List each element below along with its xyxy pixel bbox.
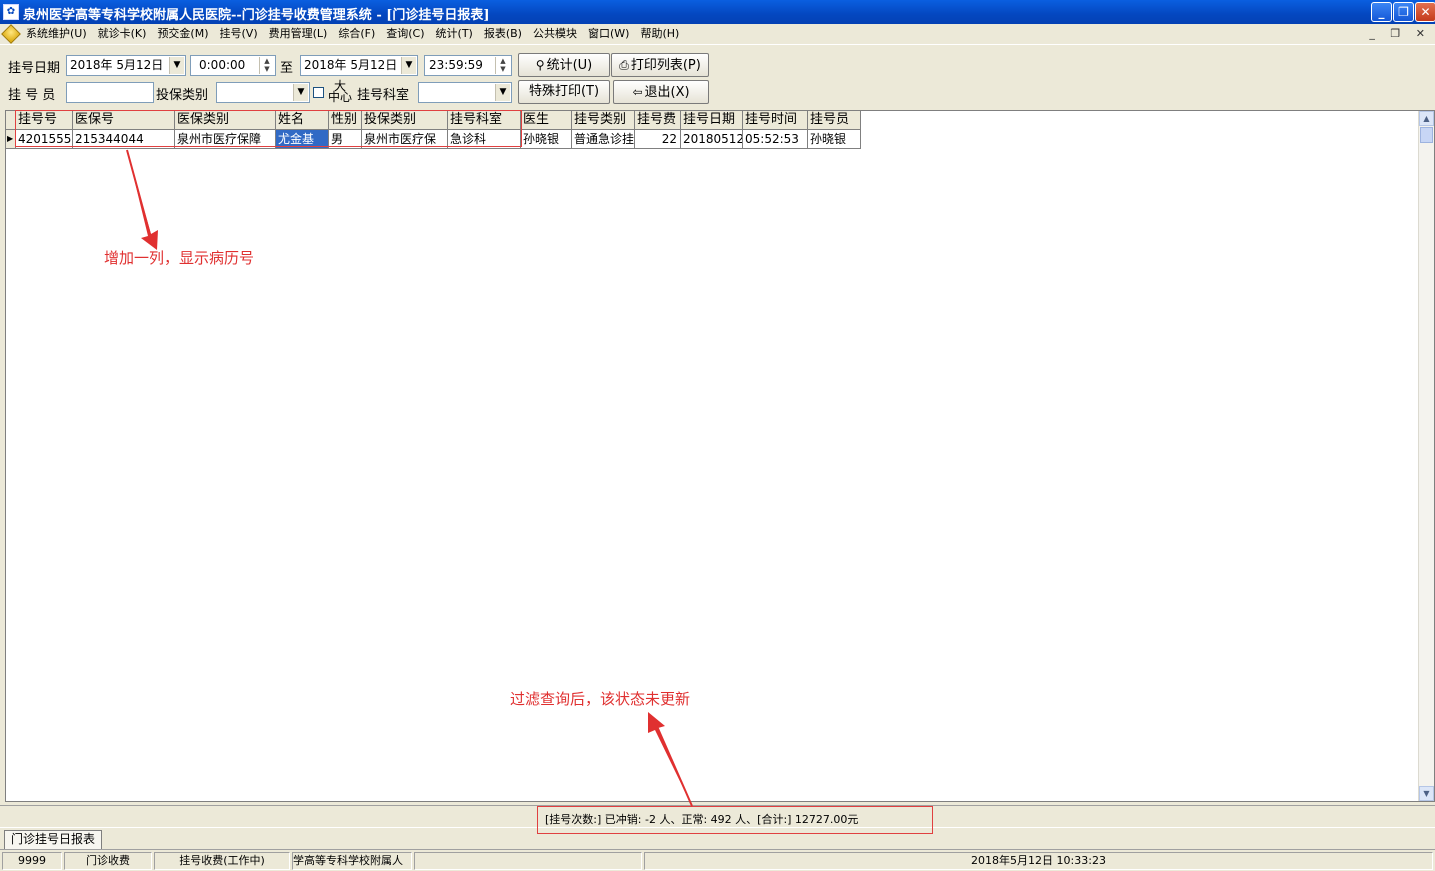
binoculars-icon: ⚲ <box>535 58 545 72</box>
status-work-state: 挂号收费(工作中) <box>154 852 290 870</box>
print-list-button[interactable]: ⎙ 打印列表(P) <box>611 53 709 77</box>
big-center-label: 大 中心 <box>326 80 354 104</box>
menu-app-icon[interactable] <box>1 24 21 44</box>
menu-general[interactable]: 综合(F) <box>334 26 379 44</box>
menu-reports[interactable]: 报表(B) <box>480 26 526 44</box>
minimize-button[interactable]: _ <box>1371 2 1392 22</box>
stats-button[interactable]: ⚲ 统计(U) <box>518 53 610 77</box>
exit-door-icon: ⇦ <box>632 85 643 99</box>
end-time-value: 23:59:59 <box>429 58 483 72</box>
scroll-down-icon[interactable]: ▼ <box>1419 786 1434 801</box>
column-header[interactable]: 挂号日期 <box>681 111 743 130</box>
to-label: 至 <box>280 61 294 76</box>
menu-window[interactable]: 窗口(W) <box>584 26 633 44</box>
status-module: 门诊收费 <box>64 852 152 870</box>
insurance-type-select[interactable]: ▼ <box>216 82 310 103</box>
table-cell[interactable]: 20180512 <box>681 130 743 149</box>
menu-help[interactable]: 帮助(H) <box>636 26 683 44</box>
annotation-add-column-note: 增加一列，显示病历号 <box>104 249 255 267</box>
mdi-window-controls[interactable]: _ ❐ ✕ <box>1369 27 1431 40</box>
big-center-label-bottom: 中心 <box>327 90 352 104</box>
vertical-scrollbar[interactable]: ▲ ▼ <box>1418 111 1434 801</box>
scroll-up-icon[interactable]: ▲ <box>1419 111 1434 126</box>
window-title: 泉州医学高等专科学校附属人民医院--门诊挂号收费管理系统 - [门诊挂号日报表] <box>23 8 490 23</box>
filter-toolbar: 挂号日期 2018年 5月12日 ▼ 0:00:00 ▲ ▼ 至 2018年 5月… <box>0 44 1435 108</box>
date-label: 挂号日期 <box>8 61 61 76</box>
menu-registration[interactable]: 挂号(V) <box>216 26 262 44</box>
scroll-thumb[interactable] <box>1420 127 1433 143</box>
chevron-down-icon[interactable]: ▼ <box>401 57 416 74</box>
column-header[interactable]: 挂号类别 <box>572 111 635 130</box>
start-time-field[interactable]: 0:00:00 ▲ ▼ <box>190 55 276 76</box>
print-list-button-label: 打印列表(P) <box>630 58 701 73</box>
annotation-box-grid-header <box>15 110 522 147</box>
table-cell[interactable]: 孙晓银 <box>521 130 572 149</box>
menu-bar: 系统维护(U) 就诊卡(K) 预交金(M) 挂号(V) 费用管理(L) 综合(F… <box>0 24 1435 44</box>
table-cell[interactable]: 孙晓银 <box>808 130 861 149</box>
status-datetime: 2018年5月12日 10:33:23 <box>644 852 1433 870</box>
maximize-button[interactable]: ❐ <box>1393 2 1414 22</box>
app-logo-icon: ✿ <box>3 4 19 20</box>
menu-visit-card[interactable]: 就诊卡(K) <box>94 26 151 44</box>
spinner-icon[interactable]: ▲ ▼ <box>259 57 274 74</box>
annotation-status-note: 过滤查询后，该状态未更新 <box>510 690 691 708</box>
status-empty-panel <box>414 852 642 870</box>
start-date-value: 2018年 5月12日 <box>70 58 164 72</box>
printer-icon: ⎙ <box>619 58 629 72</box>
chevron-down-icon[interactable]: ▼ <box>293 84 308 101</box>
exit-button-label: 退出(X) <box>644 85 690 100</box>
menu-fee-management[interactable]: 费用管理(L) <box>265 26 332 44</box>
report-grid[interactable]: 挂号号 医保号 医保类别 姓名 性别 投保类别 挂号科室 医生 挂号类别 挂号费… <box>5 110 1435 802</box>
stats-button-label: 统计(U) <box>546 58 593 73</box>
end-date-value: 2018年 5月12日 <box>304 58 398 72</box>
dept-label: 挂号科室 <box>357 88 410 103</box>
chevron-down-icon[interactable]: ▼ <box>495 84 510 101</box>
insurance-type-label: 投保类别 <box>156 88 209 103</box>
tab-daily-report[interactable]: 门诊挂号日报表 <box>4 830 103 849</box>
table-cell[interactable]: 05:52:53 <box>743 130 808 149</box>
exit-button[interactable]: ⇦ 退出(X) <box>613 80 709 104</box>
dept-select[interactable]: ▼ <box>418 82 512 103</box>
chevron-down-icon[interactable]: ▼ <box>169 57 184 74</box>
status-operator-id: 9999 <box>2 852 62 870</box>
spinner-icon[interactable]: ▲ ▼ <box>495 57 510 74</box>
special-print-button[interactable]: 特殊打印(T) <box>518 80 610 104</box>
menu-statistics[interactable]: 统计(T) <box>432 26 477 44</box>
menu-items: 系统维护(U) 就诊卡(K) 预交金(M) 挂号(V) 费用管理(L) 综合(F… <box>22 26 686 44</box>
menu-system-maintenance[interactable]: 系统维护(U) <box>22 26 91 44</box>
status-hospital-name: 学高等专科学校附属人 <box>292 852 412 870</box>
start-date-picker[interactable]: 2018年 5月12日 ▼ <box>66 55 186 76</box>
menu-query[interactable]: 查询(C) <box>382 26 428 44</box>
column-header[interactable]: 医生 <box>521 111 572 130</box>
start-time-value: 0:00:00 <box>199 58 246 72</box>
menu-deposit[interactable]: 预交金(M) <box>153 26 212 44</box>
column-header[interactable]: 挂号时间 <box>743 111 808 130</box>
column-header[interactable]: 挂号员 <box>808 111 861 130</box>
close-button[interactable]: ✕ <box>1415 2 1435 22</box>
title-bar: ✿ 泉州医学高等专科学校附属人民医院--门诊挂号收费管理系统 - [门诊挂号日报… <box>0 0 1435 24</box>
registrar-input[interactable] <box>66 82 154 103</box>
big-center-checkbox[interactable] <box>313 87 324 98</box>
registrar-label: 挂 号 员 <box>8 88 56 103</box>
column-header[interactable]: 挂号费 <box>635 111 681 130</box>
table-cell[interactable]: 普通急诊挂 <box>572 130 635 149</box>
table-cell[interactable]: 22 <box>635 130 681 149</box>
menu-public-module[interactable]: 公共模块 <box>529 26 581 44</box>
end-date-picker[interactable]: 2018年 5月12日 ▼ <box>300 55 418 76</box>
annotation-box-summary <box>537 806 933 834</box>
end-time-field[interactable]: 23:59:59 ▲ ▼ <box>424 55 512 76</box>
status-bar: 9999 门诊收费 挂号收费(工作中) 学高等专科学校附属人 2018年5月12… <box>0 849 1435 871</box>
